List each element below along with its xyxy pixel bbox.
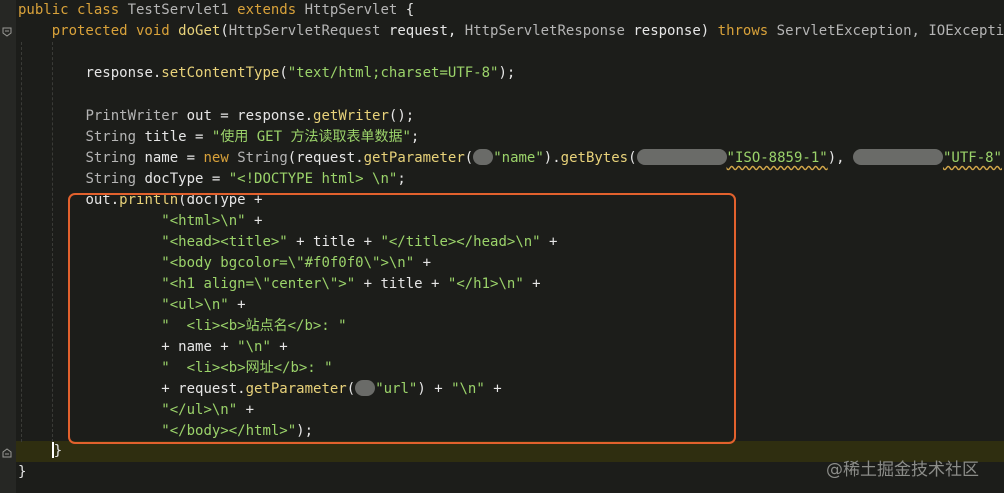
code-token: "name" [493, 150, 544, 166]
code-token: response) [633, 23, 718, 39]
code-token: ; [410, 129, 420, 145]
highlight-box [68, 193, 736, 444]
code-line[interactable]: String docType = "<!DOCTYPE html> \n"; [18, 169, 406, 190]
code-line[interactable]: String title = "使用 GET 方法读取表单数据"; [18, 127, 419, 148]
code-editor[interactable]: public class TestServlet1 extends HttpSe… [0, 0, 1004, 493]
redacted-parameter-hint [852, 149, 943, 165]
code-token: ( [279, 65, 288, 81]
code-token: } [18, 464, 27, 480]
code-token: name = [144, 150, 204, 166]
code-token: ), [827, 150, 853, 166]
code-token: response. [85, 65, 162, 81]
fold-icon[interactable] [2, 27, 12, 37]
code-token: request, [388, 23, 465, 39]
code-token: getBytes [560, 150, 629, 166]
code-token: new [203, 150, 238, 166]
closing-brace: } [53, 443, 63, 459]
code-token: (); [388, 108, 415, 124]
code-token: ). [543, 150, 561, 166]
code-token: "使用 GET 方法读取表单数据" [211, 129, 411, 145]
code-token: String [85, 150, 145, 166]
code-token: (request. [287, 150, 364, 166]
code-token: getParameter [363, 150, 465, 166]
code-token: ( [464, 150, 474, 166]
editor-gutter [0, 0, 16, 493]
code-token: protected void [51, 23, 179, 39]
code-token: ( [628, 150, 637, 166]
code-token: "UTF-8" [942, 150, 1002, 166]
code-token: HttpServlet [304, 2, 406, 18]
code-token: String [85, 171, 145, 187]
code-token: setContentType [161, 65, 280, 81]
code-line[interactable]: } [18, 462, 26, 483]
redacted-parameter-hint [636, 149, 727, 165]
code-token: ); [498, 65, 516, 81]
code-token: doGet [178, 23, 221, 39]
code-token: public class [18, 2, 128, 18]
code-token: title = [144, 129, 212, 145]
code-line[interactable]: public class TestServlet1 extends HttpSe… [18, 0, 414, 21]
redacted-parameter-hint [473, 149, 494, 165]
code-token: getWriter [313, 108, 389, 124]
code-token: HttpServletRequest [228, 23, 389, 39]
code-line[interactable]: response.setContentType("text/html;chars… [18, 63, 515, 84]
code-token: docType = [144, 171, 229, 187]
code-token: "text/html;charset=UTF-8" [287, 65, 499, 81]
code-line[interactable]: protected void doGet(HttpServletRequest … [18, 21, 1004, 42]
code-token: extends [237, 2, 305, 18]
code-token: throws [717, 23, 777, 39]
code-token: PrintWriter [85, 108, 187, 124]
code-token: "<!DOCTYPE html> \n" [228, 171, 398, 187]
code-token: { [405, 2, 415, 18]
code-token: "ISO-8859-1" [726, 150, 828, 166]
code-line[interactable]: String name = new String(request.getPara… [18, 148, 1004, 169]
fold-icon[interactable] [2, 448, 12, 458]
code-line[interactable]: } [18, 441, 62, 462]
code-token: out = response. [186, 108, 314, 124]
watermark: @稀土掘金技术社区 [826, 460, 979, 480]
code-token: TestServlet1 [127, 2, 238, 18]
code-token: ( [220, 23, 229, 39]
code-line[interactable]: PrintWriter out = response.getWriter(); [18, 106, 414, 127]
code-token: ; [397, 171, 406, 187]
code-token: ServletException, IOException [776, 23, 1004, 39]
code-token: String [85, 129, 145, 145]
code-token: HttpServletResponse [464, 23, 634, 39]
code-token: String [237, 150, 288, 166]
